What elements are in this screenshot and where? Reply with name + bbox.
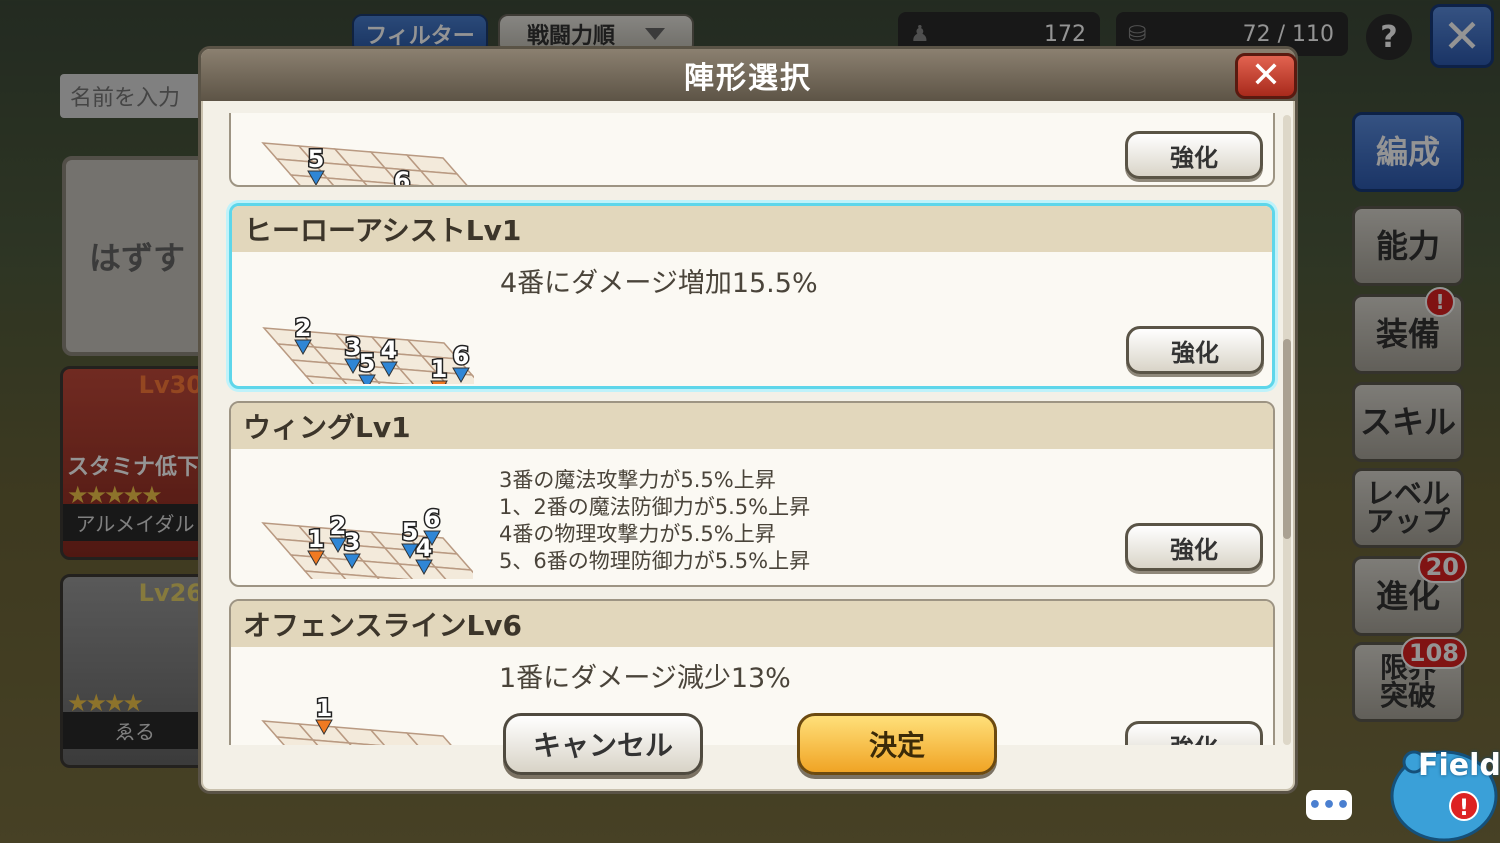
position-number: 4 — [381, 336, 398, 364]
formation-card[interactable]: オフェンスラインLv6 1 1番にダメージ減少13% 強化 — [229, 599, 1275, 745]
position-number: 3 — [344, 528, 361, 556]
formation-name: ウィングLv1 — [231, 403, 1273, 449]
formation-description: 3番の魔法攻撃力が5.5%上昇 1、2番の魔法防御力が5.5%上昇 4番の物理攻… — [499, 467, 810, 575]
formation-description: 1番にダメージ減少13% — [499, 663, 791, 694]
formation-name: オフェンスラインLv6 — [231, 601, 1273, 647]
scrollbar[interactable] — [1283, 115, 1291, 745]
dialog-close-button[interactable]: ✕ — [1235, 53, 1297, 99]
formation-select-dialog: 陣形選択 ✕ 56 強化 ヒーローアシストLv1 234156 4番にダメージ増… — [198, 46, 1298, 794]
formation-card[interactable]: 56 強化 — [229, 113, 1275, 187]
svg-text:!: ! — [1459, 796, 1469, 821]
position-number: 5 — [359, 349, 376, 377]
field-label: Field — [1418, 748, 1500, 783]
position-marker: 5 — [357, 348, 377, 384]
cancel-button[interactable]: キャンセル — [503, 713, 703, 775]
enhance-button[interactable]: 強化 — [1125, 523, 1263, 571]
formation-description: 4番にダメージ増加15.5% — [500, 268, 818, 299]
formation-card[interactable]: ヒーローアシストLv1 234156 4番にダメージ増加15.5% 強化 — [229, 203, 1275, 389]
enhance-button[interactable]: 強化 — [1125, 131, 1263, 179]
position-number: 6 — [453, 342, 470, 370]
description-line: 5、6番の物理防御力が5.5%上昇 — [499, 549, 811, 573]
description-line: 4番の物理攻撃力が5.5%上昇 — [499, 522, 776, 546]
formation-grid: 56 — [261, 142, 468, 187]
field-button[interactable]: ! Field — [1374, 736, 1500, 843]
position-number: 1 — [431, 355, 448, 383]
position-marker: 6 — [392, 166, 412, 187]
position-number: 2 — [295, 314, 312, 342]
dialog-title: 陣形選択 — [201, 49, 1295, 101]
confirm-button[interactable]: 決定 — [797, 713, 997, 775]
chat-icon[interactable]: ••• — [1306, 790, 1352, 820]
position-number: 6 — [394, 167, 411, 187]
formation-list[interactable]: 56 強化 ヒーローアシストLv1 234156 4番にダメージ増加15.5% … — [225, 113, 1279, 745]
formation-grid: 23 415 6 — [262, 313, 474, 384]
scrollbar-thumb[interactable] — [1283, 339, 1291, 539]
enhance-button[interactable]: 強化 — [1126, 326, 1264, 374]
formation-grid: 1 — [261, 693, 452, 745]
position-number: 1 — [316, 694, 333, 722]
position-number: 1 — [308, 525, 325, 553]
position-number: 5 — [308, 145, 325, 173]
position-marker: 1 — [429, 354, 449, 384]
position-number: 6 — [424, 505, 441, 533]
formation-name: ヒーローアシストLv1 — [232, 206, 1272, 252]
enhance-button[interactable]: 強化 — [1125, 721, 1263, 745]
formation-card[interactable]: ウィングLv1 123546 3番の魔法攻撃力が5.5%上昇 1、2番の魔法防御… — [229, 401, 1275, 587]
formation-grid: 1 23 546 — [261, 504, 473, 579]
description-line: 3番の魔法攻撃力が5.5%上昇 — [499, 468, 776, 492]
description-line: 1、2番の魔法防御力が5.5%上昇 — [499, 495, 811, 519]
